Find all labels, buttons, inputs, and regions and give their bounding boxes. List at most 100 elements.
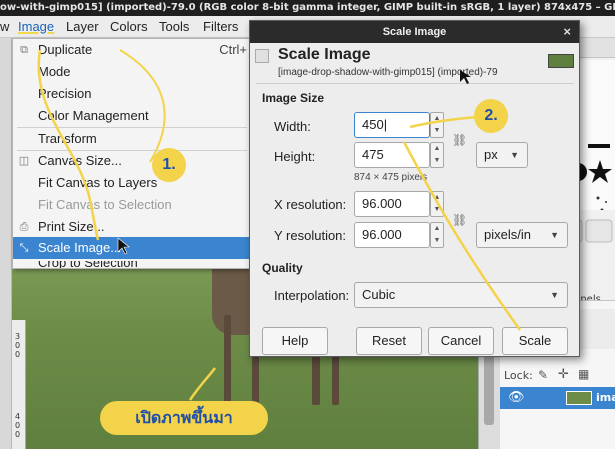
menu-item-fit-canvas-to-layers[interactable]: Fit Canvas to Layers: [13, 172, 249, 194]
ruler-tick: 4: [15, 412, 21, 421]
ruler-tick: 0: [15, 341, 21, 350]
resolution-unit-value: pixels/in: [484, 227, 531, 242]
height-label: Height:: [274, 149, 316, 164]
menu-layer[interactable]: Layer: [66, 19, 99, 34]
x-resolution-value: 96.000: [362, 196, 402, 211]
height-input[interactable]: 475: [354, 142, 430, 168]
interpolation-value: Cubic: [362, 287, 396, 302]
step-2-badge: 2.: [474, 99, 508, 133]
menu-colors[interactable]: Colors: [110, 19, 148, 34]
close-icon[interactable]: ×: [563, 21, 571, 43]
width-input[interactable]: 450|: [354, 112, 430, 138]
step-1-badge: 1.: [152, 148, 186, 182]
y-resolution-spinner[interactable]: ▲ ▼: [430, 222, 444, 248]
help-button[interactable]: Help: [262, 327, 328, 355]
reset-button[interactable]: Reset: [356, 327, 422, 355]
menu-image[interactable]: Image: [18, 19, 54, 34]
menu-item-label: Canvas Size...: [38, 153, 122, 168]
menu-item-transform[interactable]: Transform: [13, 128, 249, 150]
quality-section-label: Quality: [262, 261, 303, 275]
y-resolution-input[interactable]: 96.000: [354, 222, 430, 248]
duplicate-icon: ⧉: [20, 44, 28, 56]
dropdown-arrow-icon: ▼: [550, 230, 559, 240]
scale-button[interactable]: Scale: [502, 327, 568, 355]
height-spinner[interactable]: ▲ ▼: [430, 142, 444, 168]
unit-value: px: [484, 147, 498, 162]
menu-item-crop-to-selection[interactable]: Crop to Selection: [13, 261, 249, 269]
menu-item-precision[interactable]: Precision: [13, 83, 249, 105]
menu-item-duplicate[interactable]: ⧉ Duplicate Ctrl+: [13, 39, 249, 61]
image-size-section-label: Image Size: [262, 91, 325, 105]
dropdown-arrow-icon: ▼: [550, 290, 559, 300]
menu-item-mode[interactable]: Mode: [13, 61, 249, 83]
ruler-tick: 0: [15, 421, 21, 430]
y-resolution-label: Y resolution:: [274, 228, 347, 243]
menu-item-fit-canvas-to-selection: Fit Canvas to Selection: [13, 194, 249, 216]
chain-link-icon[interactable]: ⛓: [452, 133, 467, 147]
scale-image-dialog: Scale Image × Scale Image [image-drop-sh…: [249, 20, 580, 357]
width-value: 450: [362, 117, 384, 132]
header-separator: [256, 83, 574, 84]
resolution-chain-icon[interactable]: ⛓: [452, 213, 467, 227]
print-size-icon: ⎙: [19, 221, 29, 233]
x-resolution-label: X resolution:: [274, 197, 347, 212]
menu-item-label: Transform: [38, 131, 97, 146]
menu-item-color-management[interactable]: Color Management: [13, 105, 249, 127]
ruler-tick: 3: [15, 332, 21, 341]
caption-badge: เปิดภาพขึ้นมา: [100, 401, 268, 435]
toolbox-strip: [0, 38, 12, 449]
ruler-tick: 0: [15, 350, 21, 359]
menu-item-label: Mode: [38, 64, 71, 79]
deer-leg: [224, 315, 231, 410]
layer-name[interactable]: ima: [596, 391, 615, 404]
menu-item-label: Crop to Selection: [38, 261, 138, 269]
deer-leg: [332, 350, 339, 405]
layer-row[interactable]: 👁 ima: [500, 387, 615, 409]
size-info: 874 × 475 pixels: [354, 172, 428, 183]
x-resolution-spinner[interactable]: ▲ ▼: [430, 191, 444, 217]
vertical-ruler: 3 0 0 4 0 0: [12, 320, 26, 449]
dropdown-arrow-icon: ▼: [510, 150, 519, 160]
canvas-size-icon: ◫: [18, 155, 30, 167]
interpolation-label: Interpolation:: [274, 288, 350, 303]
x-resolution-input[interactable]: 96.000: [354, 191, 430, 217]
cancel-button[interactable]: Cancel: [428, 327, 494, 355]
menu-filters[interactable]: Filters: [203, 19, 238, 34]
menu-item-canvas-size[interactable]: ◫ Canvas Size...: [13, 150, 249, 172]
dialog-title-bar[interactable]: Scale Image ×: [250, 21, 579, 43]
image-menu: ⧉ Duplicate Ctrl+ Mode Precision Color M…: [12, 38, 250, 269]
menu-item-scale-image[interactable]: ⤡ Scale Image...: [13, 237, 249, 259]
menu-item-print-size[interactable]: ⎙ Print Size...: [13, 216, 249, 238]
menu-view-partial[interactable]: w: [0, 19, 9, 34]
menu-tools[interactable]: Tools: [159, 19, 189, 34]
menu-item-label: Duplicate: [38, 42, 93, 57]
ruler-tick: 0: [15, 430, 21, 439]
lock-pixels-icon[interactable]: ✎: [538, 368, 548, 382]
height-value: 475: [362, 147, 384, 162]
resolution-unit-select[interactable]: pixels/in ▼: [476, 222, 568, 248]
unit-select[interactable]: px ▼: [476, 142, 528, 168]
dialog-subheading: [image-drop-shadow-with-gimp015] (import…: [278, 67, 498, 78]
dialog-heading: Scale Image: [278, 46, 371, 63]
window-title-bar: ow-with-gimp015] (imported)-79.0 (RGB co…: [0, 0, 615, 16]
lock-label: Lock:: [504, 369, 533, 382]
menu-item-label: Print Size...: [38, 219, 105, 234]
menu-item-label: Color Management: [38, 108, 149, 123]
menu-item-label: Precision: [38, 86, 92, 101]
image-thumbnail: [548, 54, 574, 68]
menu-item-label: Fit Canvas to Layers: [38, 175, 158, 190]
visibility-eye-icon[interactable]: 👁: [508, 390, 525, 405]
layer-thumbnail: [566, 391, 592, 405]
dialog-title: Scale Image: [382, 26, 447, 38]
scale-image-icon: ⤡: [19, 242, 29, 254]
width-spinner[interactable]: ▲ ▼: [430, 112, 444, 138]
interpolation-select[interactable]: Cubic ▼: [354, 282, 568, 308]
window-title: ow-with-gimp015] (imported)-79.0 (RGB co…: [0, 2, 615, 13]
y-resolution-value: 96.000: [362, 227, 402, 242]
scale-image-icon: [255, 49, 269, 63]
menu-item-accelerator: Ctrl+: [219, 42, 247, 57]
width-label: Width:: [274, 119, 311, 134]
menu-item-label: Fit Canvas to Selection: [38, 197, 172, 212]
lock-alpha-icon[interactable]: ▦: [578, 367, 589, 381]
lock-position-icon[interactable]: ✛: [558, 367, 569, 382]
